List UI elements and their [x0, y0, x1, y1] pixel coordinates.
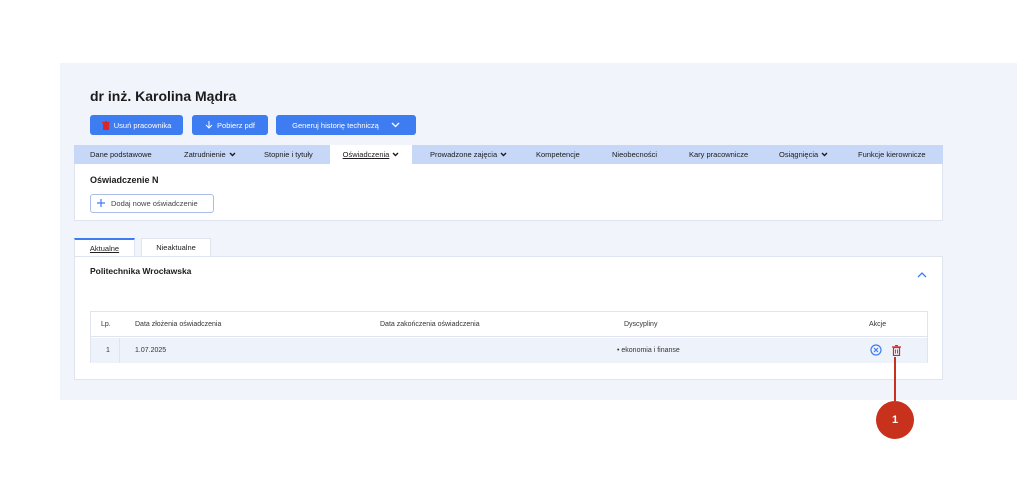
tab-achievements[interactable]: Osiągnięcia — [779, 145, 828, 164]
chevron-down-icon — [500, 150, 507, 159]
institution-name: Politechnika Wrocławska — [90, 266, 192, 276]
tab-label: Stopnie i tytuły — [264, 150, 313, 159]
header-disciplines: Dyscypliny — [624, 321, 658, 328]
header-date-end: Data zakończenia oświadczenia — [380, 321, 480, 328]
chevron-up-icon[interactable] — [917, 265, 927, 283]
chevron-down-icon — [392, 150, 399, 159]
declarations-table: Lp. Data złożenia oświadczenia Data zako… — [90, 311, 928, 363]
tab-label: Nieobecności — [612, 150, 658, 159]
chevron-down-icon — [821, 150, 828, 159]
tab-label: Oświadczenia — [342, 150, 390, 159]
generate-history-label: Generuj historię techniczą — [292, 120, 379, 130]
tab-label: Kary pracownicze — [689, 150, 749, 159]
generate-history-button[interactable]: Generuj historię techniczą — [276, 115, 416, 135]
subtab-label: Nieaktualne — [156, 243, 196, 252]
delete-employee-button[interactable]: Usuń pracownika — [90, 115, 183, 135]
column-divider — [119, 338, 120, 363]
cell-date-submitted: 1.07.2025 — [135, 347, 167, 354]
table-header: Lp. Data złożenia oświadczenia Data zako… — [91, 312, 927, 337]
tab-label: Zatrudnienie — [184, 150, 226, 159]
add-declaration-button[interactable]: Dodaj nowe oświadczenie — [90, 194, 214, 213]
tab-label: Kompetencje — [536, 150, 580, 159]
callout-line — [894, 357, 896, 401]
delete-employee-label: Usuń pracownika — [113, 120, 172, 130]
tab-absences[interactable]: Nieobecności — [612, 145, 657, 164]
download-icon — [205, 120, 213, 130]
circle-x-icon[interactable] — [869, 343, 883, 357]
plus-icon — [97, 198, 105, 209]
subtab-label: Aktualne — [89, 243, 120, 253]
section-tabs: Dane podstawowe Zatrudnienie Stopnie i t… — [74, 145, 943, 164]
tab-management[interactable]: Funkcje kierownicze — [858, 145, 926, 164]
chevron-down-icon — [229, 150, 236, 159]
table-row: 1 1.07.2025 • ekonomia i finanse — [91, 338, 927, 363]
header-date-submitted: Data złożenia oświadczenia — [135, 321, 222, 328]
section-title: Oświadczenie N — [90, 175, 159, 185]
callout-marker: 1 — [876, 401, 914, 439]
tab-basic-data[interactable]: Dane podstawowe — [90, 145, 152, 164]
cell-lp: 1 — [106, 347, 110, 354]
download-pdf-button[interactable]: Pobierz pdf — [192, 115, 268, 135]
tab-competences[interactable]: Kompetencje — [536, 145, 580, 164]
trash-icon — [101, 120, 110, 130]
tab-penalties[interactable]: Kary pracownicze — [689, 145, 748, 164]
header-actions: Akcje — [869, 321, 887, 328]
add-declaration-label: Dodaj nowe oświadczenie — [111, 199, 198, 208]
cell-disciplines: • ekonomia i finanse — [617, 347, 680, 354]
tab-label: Funkcje kierownicze — [858, 150, 926, 159]
download-pdf-label: Pobierz pdf — [217, 120, 255, 130]
trash-icon[interactable] — [889, 343, 903, 357]
tab-degrees[interactable]: Stopnie i tytuły — [264, 145, 313, 164]
page-title: dr inż. Karolina Mądra — [90, 88, 237, 104]
tab-label: Dane podstawowe — [90, 150, 152, 159]
chevron-down-icon — [391, 122, 400, 128]
header-lp: Lp. — [101, 321, 111, 328]
tab-label: Prowadzone zajęcia — [430, 150, 498, 159]
tab-declarations[interactable]: Oświadczenia — [330, 145, 412, 164]
tab-employment[interactable]: Zatrudnienie — [184, 145, 236, 164]
tab-classes[interactable]: Prowadzone zajęcia — [430, 145, 507, 164]
subtab-current[interactable]: Aktualne — [74, 238, 135, 256]
tab-label: Osiągnięcia — [779, 150, 819, 159]
subtab-outdated[interactable]: Nieaktualne — [141, 238, 211, 256]
